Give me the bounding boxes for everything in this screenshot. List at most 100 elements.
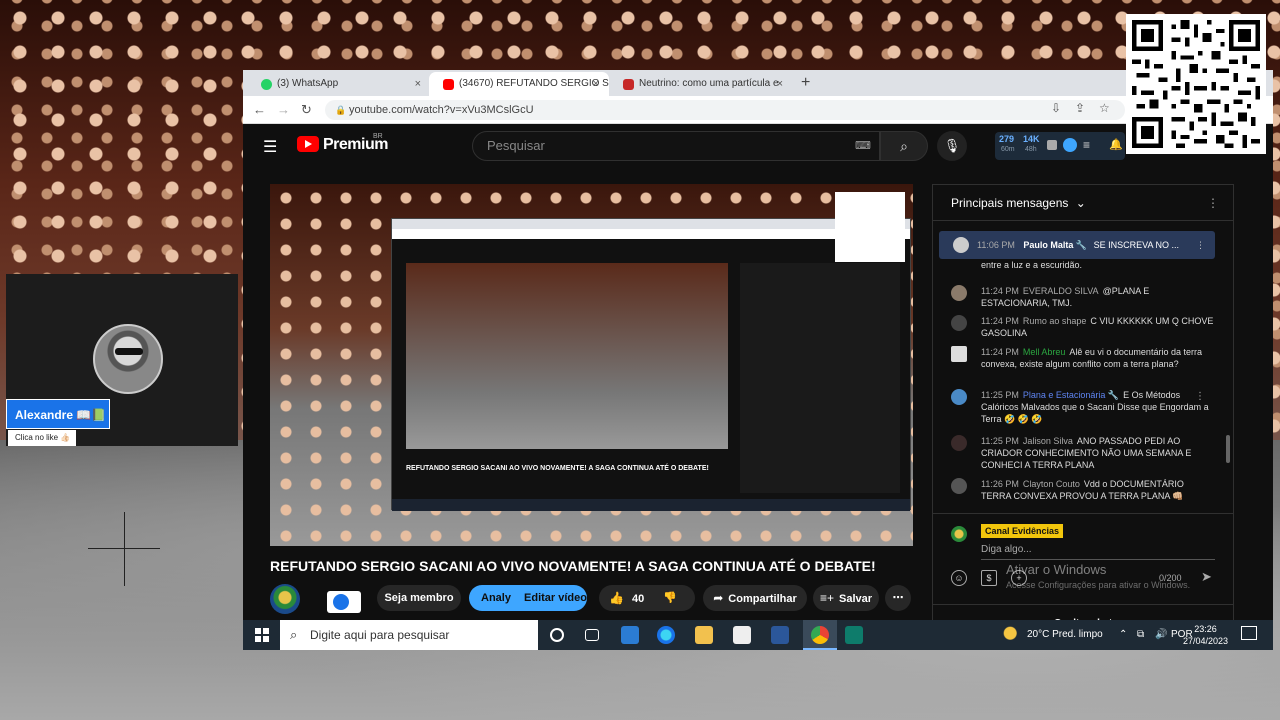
chrome-icon[interactable]	[811, 626, 829, 644]
lock-icon: 🔒	[335, 105, 347, 115]
taskbar-search-placeholder: Digite aqui para pesquisar	[310, 628, 450, 642]
chevron-down-icon[interactable]: ⌄	[1076, 196, 1086, 210]
extension-icon	[1047, 140, 1057, 150]
weather-icon[interactable]	[1003, 626, 1021, 644]
reload-icon[interactable]: ↻	[301, 102, 312, 118]
search-input[interactable]: Pesquisar	[472, 131, 880, 161]
network-icon[interactable]: ⧉	[1137, 620, 1144, 650]
chat-scrollbar[interactable]	[1226, 435, 1230, 463]
tab-neutrino[interactable]: Neutrino: como uma partícula e ×	[609, 72, 793, 96]
video-player[interactable]: REFUTANDO SERGIO SACANI AO VIVO NOVAMENT…	[270, 184, 913, 546]
extension-stats[interactable]: 279 60m 14K 48h ≡ 🔔	[995, 132, 1125, 160]
inner-qr-code	[835, 192, 905, 262]
message-author: Mell Abreu	[1022, 347, 1066, 357]
share-arrow-icon: ➦	[713, 591, 724, 605]
weather-text[interactable]: 20°C Pred. limpo	[1027, 620, 1103, 650]
tab-whatsapp[interactable]: (3) WhatsApp ×	[247, 72, 431, 96]
pinned-options-icon[interactable]: ⋮	[1196, 231, 1205, 259]
close-tab-icon[interactable]: ×	[415, 72, 421, 96]
url-field[interactable]: 🔒 youtube.com/watch?v=xVu3MCslGcU	[325, 100, 1125, 120]
stat-b-sub: 48h	[1025, 146, 1037, 153]
super-chat-icon[interactable]: $	[981, 570, 997, 586]
browser-window: (3) WhatsApp × (34670) REFUTANDO SERGIO …	[243, 70, 1273, 650]
join-button[interactable]: Seja membro	[377, 585, 461, 611]
store-icon[interactable]	[733, 626, 751, 644]
forward-icon[interactable]: →	[277, 102, 290, 117]
menu-icon[interactable]: ☰	[263, 137, 277, 157]
edit-video-button[interactable]: Analy Editar vídeo	[469, 585, 587, 611]
inner-address-bar	[392, 229, 910, 239]
stat-b: 14K	[1023, 134, 1040, 144]
install-icon[interactable]: ⇩	[1051, 101, 1061, 115]
file-explorer-icon[interactable]	[695, 626, 713, 644]
channel-name-badge: Canal Evidências	[981, 524, 1064, 538]
new-tab-button[interactable]: +	[801, 74, 810, 92]
chat-mode-label[interactable]: Principais mensagens	[951, 196, 1068, 210]
mic-icon[interactable]: 🎙	[937, 131, 967, 161]
message-author: Rumo ao shape	[1022, 316, 1087, 326]
youtube-logo-icon[interactable]	[297, 136, 319, 152]
close-tab-icon[interactable]: ×	[777, 72, 783, 96]
chat-message-input[interactable]: Diga algo...	[981, 544, 1215, 560]
streamer-name-card: Alexandre 📖📗	[6, 399, 110, 429]
tab-youtube[interactable]: (34670) REFUTANDO SERGIO SA ×	[429, 72, 609, 96]
word-icon[interactable]	[771, 626, 789, 644]
windows-start-icon[interactable]	[255, 628, 269, 642]
clock-time: 23:26	[1194, 624, 1217, 634]
channel-badge[interactable]	[327, 591, 361, 613]
chat-message[interactable]: 11:25 PM Jalison Silva ANO PASSADO PEDI AO…	[951, 435, 1215, 471]
taskbar-search-input[interactable]: ⌕ Digite aqui para pesquisar	[280, 620, 538, 650]
mail-icon[interactable]	[621, 626, 639, 644]
share-button[interactable]: ➦ Compartilhar	[703, 585, 807, 611]
chat-message[interactable]: 11:24 PM Mell Abreu Alê eu vi o documentár…	[951, 346, 1215, 370]
message-time: 11:25 PM	[981, 436, 1019, 446]
search-button[interactable]: ⌕	[880, 131, 928, 161]
message-options-icon[interactable]: ⋮	[1195, 391, 1205, 403]
chevron-up-icon[interactable]: ⌃	[1119, 620, 1127, 650]
volume-icon[interactable]: 🔊	[1155, 620, 1167, 650]
qr-code	[1126, 14, 1266, 154]
message-author: Jalison Silva	[1022, 436, 1073, 446]
bookmark-star-icon[interactable]: ☆	[1099, 101, 1110, 115]
pinned-message[interactable]: 11:06 PM Paulo Malta 🔧 SE INSCREVA NO ..…	[939, 231, 1215, 259]
chat-message[interactable]: 11:26 PM Clayton Couto Vdd o DOCUMENTÁRIO …	[951, 478, 1215, 502]
like-icon[interactable]: 👍	[609, 591, 624, 605]
more-actions-button[interactable]: ⋯	[885, 585, 911, 611]
keyboard-icon[interactable]: ⌨	[855, 139, 871, 152]
analy-label: Analy	[481, 592, 511, 604]
chat-message[interactable]: 11:24 PM Rumo ao shape C VIU KKKKKK UM Q C…	[951, 315, 1215, 339]
message-author: Paulo Malta 🔧	[1023, 240, 1088, 250]
stat-a-sub: 60m	[1001, 146, 1015, 153]
back-icon[interactable]: ←	[253, 102, 266, 117]
widgets-icon[interactable]	[585, 629, 599, 641]
clock[interactable]: 23:26 27/04/2023	[1183, 623, 1228, 647]
close-tab-icon[interactable]: ×	[593, 72, 599, 96]
message-text-cut: entre a luz e a escuridão.	[981, 260, 1083, 270]
avatar	[951, 435, 967, 451]
message-author: Plana e Estacionária 🔧	[1022, 390, 1120, 400]
like-dislike-group[interactable]: 👍 40 👎	[599, 585, 695, 611]
app-icon[interactable]	[845, 626, 863, 644]
share-icon[interactable]: ⇪	[1075, 101, 1085, 115]
avatar	[951, 389, 967, 405]
notifications-icon[interactable]	[1241, 626, 1257, 640]
chat-header[interactable]: Principais mensagens ⌄ ⋮	[933, 185, 1233, 221]
chat-options-icon[interactable]: ⋮	[1207, 185, 1219, 221]
emoji-icon[interactable]: ☺	[951, 570, 967, 586]
save-button[interactable]: ≡+ Salvar	[813, 585, 879, 611]
message-time: 11:06 PM	[977, 240, 1015, 250]
chat-message[interactable]: 11:25 PM Plana e Estacionária 🔧 E Os Métod…	[951, 389, 1215, 425]
dislike-icon[interactable]: 👎	[663, 585, 677, 611]
message-time: 11:25 PM	[981, 390, 1019, 400]
task-view-icon[interactable]	[550, 628, 564, 642]
channel-avatar[interactable]	[270, 584, 300, 614]
tab-label: Neutrino: como uma partícula e	[639, 78, 779, 89]
youtube-header: ☰ Premium BR Pesquisar ⌨ ⌕ 🎙 279 60m 14K…	[243, 124, 1273, 168]
send-icon[interactable]: ➤	[1201, 569, 1212, 585]
edge-icon[interactable]	[657, 626, 675, 644]
avatar	[951, 478, 967, 494]
inner-video	[406, 263, 728, 449]
inner-tab-bar	[392, 219, 910, 229]
message-author: EVERALDO SILVA	[1022, 286, 1099, 296]
chat-message[interactable]: 11:24 PM EVERALDO SILVA @PLANA E ESTACIONA…	[951, 285, 1215, 309]
